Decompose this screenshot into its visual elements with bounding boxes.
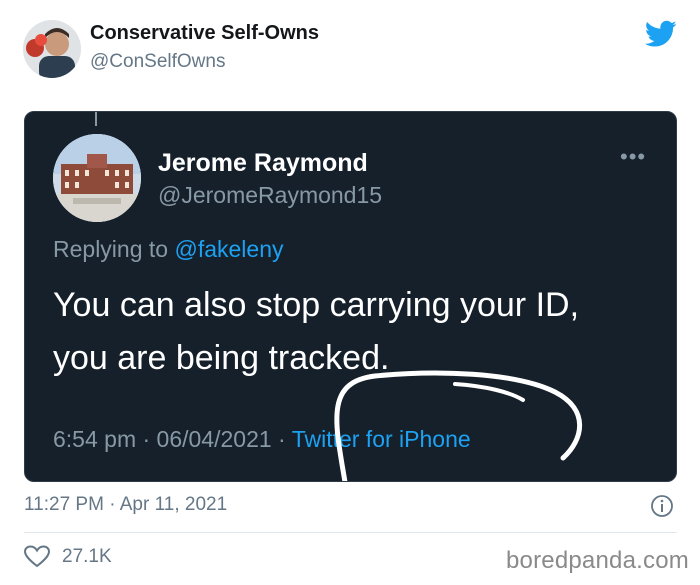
twitter-logo-icon[interactable] [645,20,677,48]
embedded-author-handle: @JeromeRaymond15 [158,182,383,208]
author-name[interactable]: Conservative Self-Owns [90,22,319,45]
tweet-header: Conservative Self-Owns @ConSelfOwns [0,0,700,100]
thread-line [95,112,97,126]
embedded-meta: 6:54 pm · 06/04/2021 · Twitter for iPhon… [53,426,471,453]
embedded-meta-time: 6:54 pm · 06/04/2021 · [53,426,292,452]
more-options-icon: ••• [620,144,647,169]
replying-mention: @fakeleny [174,236,284,262]
divider [24,532,677,533]
embedded-tweet-text: You can also stop carrying your ID, you … [53,279,653,385]
info-icon[interactable] [650,494,674,518]
author-handle[interactable]: @ConSelfOwns [90,51,225,73]
replying-to: Replying to @fakeleny [53,236,283,263]
embedded-tweet-image[interactable]: Jerome Raymond @JeromeRaymond15 ••• Repl… [24,111,677,482]
like-count[interactable]: 27.1K [62,546,112,568]
embedded-text-line-1: You can also stop carrying your ID, [53,286,580,324]
embedded-meta-source: Twitter for iPhone [291,426,471,452]
embedded-text-line-2: you are being tracked. [53,339,390,377]
avatar[interactable] [23,20,81,78]
watermark: boredpanda.com [506,547,689,574]
replying-prefix: Replying to [53,236,169,262]
tweet-timestamp[interactable]: 11:27 PM · Apr 11, 2021 [24,494,227,516]
heart-icon[interactable] [24,545,50,569]
embedded-avatar [53,134,141,222]
embedded-author-name: Jerome Raymond [158,149,368,177]
